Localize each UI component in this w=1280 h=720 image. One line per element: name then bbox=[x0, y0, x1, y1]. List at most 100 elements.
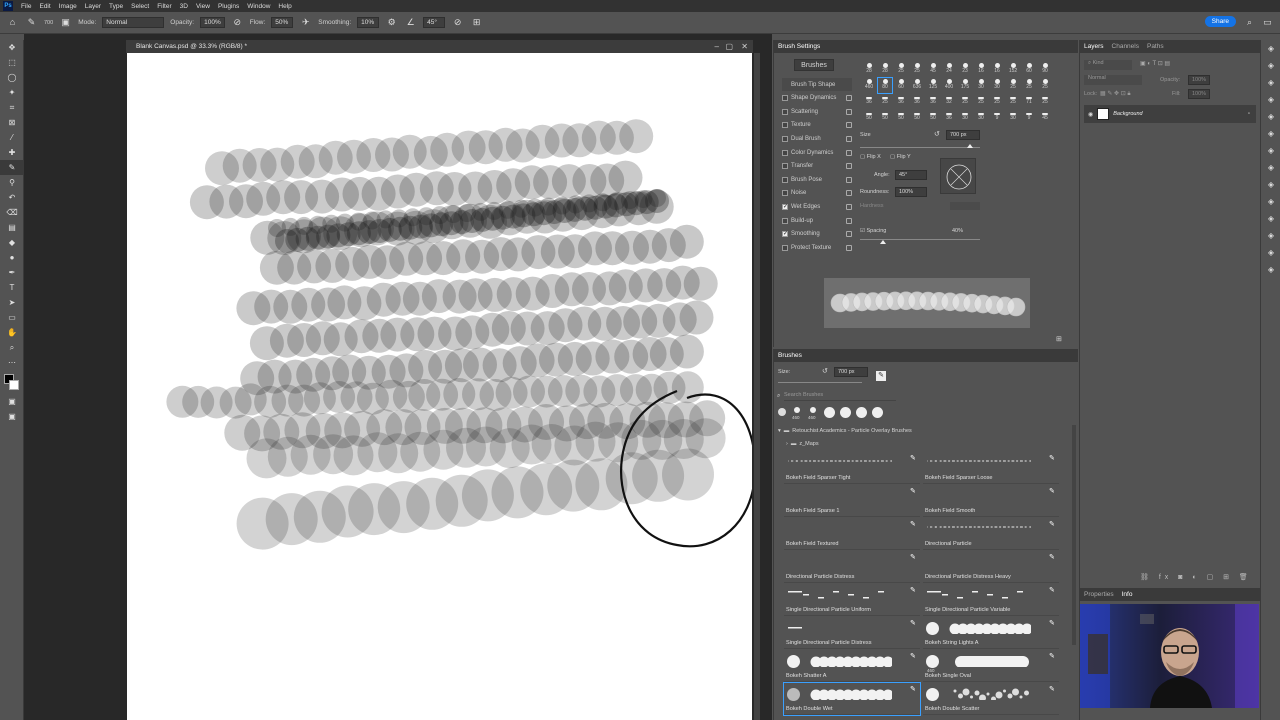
option-checkbox[interactable] bbox=[782, 217, 788, 224]
brush-subfolder-row[interactable]: › ▬ z_Maps bbox=[786, 439, 986, 449]
layers-footer-icons[interactable]: ⛓ fx ◙ ◐ ▢ ⊞ 🗑︎ bbox=[1140, 573, 1252, 581]
pen-tool-icon[interactable]: ✒ bbox=[0, 265, 24, 280]
lock-icon[interactable] bbox=[846, 244, 852, 251]
brush-panel-icon[interactable]: ◈ bbox=[1261, 159, 1280, 176]
gradient-icon[interactable]: ▤ bbox=[0, 220, 24, 235]
close-icon[interactable]: ✕ bbox=[741, 40, 748, 53]
clone-stamp-icon[interactable]: ⚲ bbox=[0, 175, 24, 190]
zoom-tool-icon[interactable]: ⌕ bbox=[0, 340, 24, 355]
lasso-tool-icon[interactable]: ◯ bbox=[0, 70, 24, 85]
brush-preset-item[interactable]: ✎ Single Directional Particle Distress bbox=[784, 617, 920, 649]
type-icon[interactable]: ◈ bbox=[1261, 261, 1280, 278]
brush-preset-item[interactable]: ✎ Single Directional Particle Variable bbox=[923, 584, 1059, 616]
angle-roundness-widget[interactable] bbox=[940, 158, 976, 194]
menu-image[interactable]: Image bbox=[55, 3, 81, 10]
document-tab[interactable]: Blank Canvas.psd @ 33.3% (RGB/8) * – ▢ ✕ bbox=[126, 40, 753, 53]
brush-preset-item[interactable]: ✎ Bokeh Double Wet bbox=[783, 682, 921, 716]
layer-opacity-field[interactable]: 100% bbox=[1188, 75, 1210, 85]
brush-tool-icon[interactable]: ✎ bbox=[0, 160, 24, 175]
brush-tip-preset[interactable]: 60 bbox=[1022, 62, 1036, 77]
edit-brush-icon[interactable]: ✎ bbox=[1049, 686, 1057, 694]
edit-brush-icon[interactable]: ✎ bbox=[910, 554, 918, 562]
brush-preset-item[interactable]: ✎ Bokeh Field Sparser Tight bbox=[784, 452, 920, 484]
brush-preview-toggle-icon[interactable]: ✎ bbox=[876, 371, 886, 381]
brush-tip-preset[interactable]: 25 bbox=[1006, 78, 1020, 93]
brush-tip-preset[interactable]: 24 bbox=[942, 62, 956, 77]
brush-tip-preset[interactable]: 71 bbox=[1022, 94, 1036, 109]
chevron-down-icon[interactable]: ▾ bbox=[778, 428, 781, 434]
rectangle-tool-icon[interactable]: ▭ bbox=[0, 310, 24, 325]
menu-3d[interactable]: 3D bbox=[176, 3, 192, 10]
lock-icon[interactable] bbox=[846, 163, 852, 170]
brush-tip-preset[interactable]: 50 bbox=[894, 110, 908, 125]
brush-option-scattering[interactable]: Scattering bbox=[782, 105, 852, 118]
edit-brush-icon[interactable]: ✎ bbox=[1049, 521, 1057, 529]
quick-select-icon[interactable]: ✦ bbox=[0, 85, 24, 100]
menu-file[interactable]: File bbox=[17, 3, 35, 10]
edit-brush-icon[interactable]: ✎ bbox=[910, 686, 918, 694]
brush-tip-preset[interactable]: 25 bbox=[910, 62, 924, 77]
menu-plugins[interactable]: Plugins bbox=[214, 3, 243, 10]
brush-folder-row[interactable]: ▾ ▬ Retouchist Academics - Particle Over… bbox=[778, 425, 1068, 436]
brush-preset-item[interactable]: ✎ Directional Particle bbox=[923, 518, 1059, 550]
brush-tip-preset[interactable]: 32 bbox=[942, 94, 956, 109]
brush-tip-preset[interactable]: 50 bbox=[910, 110, 924, 125]
brush-tip-preset[interactable]: 25 bbox=[878, 94, 892, 109]
lock-icon[interactable] bbox=[846, 231, 852, 238]
flip-x-checkbox[interactable]: ▢ Flip X bbox=[860, 154, 881, 160]
paths-icon[interactable]: ◈ bbox=[1261, 210, 1280, 227]
brush-tip-preset[interactable]: 25 bbox=[894, 62, 908, 77]
brush-tip-preset[interactable]: 60 bbox=[894, 78, 908, 93]
create-new-brush-icon[interactable]: ⊞ bbox=[1056, 335, 1062, 343]
flip-y-checkbox[interactable]: ▢ Flip Y bbox=[890, 154, 911, 160]
brush-option-texture[interactable]: Texture bbox=[782, 119, 852, 132]
option-checkbox[interactable] bbox=[782, 244, 788, 251]
option-checkbox[interactable] bbox=[782, 95, 788, 102]
lock-icon[interactable]: ▫ bbox=[1248, 111, 1250, 117]
history-icon[interactable]: ◈ bbox=[1261, 40, 1280, 57]
brush-tip-preset[interactable]: 36 bbox=[894, 94, 908, 109]
properties-icon[interactable]: ◈ bbox=[1261, 91, 1280, 108]
menu-type[interactable]: Type bbox=[105, 3, 127, 10]
smoothing-field[interactable]: 10% bbox=[357, 17, 380, 28]
history-brush-icon[interactable]: ↶ bbox=[0, 190, 24, 205]
menu-help[interactable]: Help bbox=[274, 3, 295, 10]
lock-icon[interactable] bbox=[846, 176, 852, 183]
roundness-field[interactable]: 100% bbox=[895, 187, 927, 197]
brush-tip-preset[interactable]: 9 bbox=[1022, 110, 1036, 125]
adjustments-icon[interactable]: ◈ bbox=[1261, 57, 1280, 74]
brush-tip-preset[interactable]: 152 bbox=[1006, 62, 1020, 77]
layer-fill-field[interactable]: 100% bbox=[1188, 89, 1210, 99]
frame-tool-icon[interactable]: ⊠ bbox=[0, 115, 24, 130]
edit-brush-icon[interactable]: ✎ bbox=[1049, 620, 1057, 628]
brush-tip-preset[interactable]: 400 bbox=[942, 78, 956, 93]
brush-tip-preset[interactable]: 30 bbox=[990, 78, 1004, 93]
recent-brush[interactable] bbox=[810, 407, 816, 413]
brush-tip-preset[interactable]: 125 bbox=[926, 78, 940, 93]
eye-icon[interactable]: ◉ bbox=[1088, 111, 1093, 118]
dodge-tool-icon[interactable]: ● bbox=[0, 250, 24, 265]
gear-icon[interactable]: ⚙ bbox=[385, 16, 398, 29]
tip-size-slider[interactable] bbox=[860, 147, 980, 148]
edit-brush-icon[interactable]: ✎ bbox=[1049, 455, 1057, 463]
brushes-scrollbar[interactable] bbox=[1072, 425, 1076, 645]
brush-option-wet-edges[interactable]: ✓ Wet Edges bbox=[782, 200, 852, 213]
tab-paths[interactable]: Paths bbox=[1147, 43, 1164, 50]
spacing-slider-thumb[interactable] bbox=[880, 240, 886, 244]
reset-size-icon[interactable]: ↺ bbox=[934, 130, 940, 138]
lock-icon[interactable] bbox=[846, 217, 852, 224]
brush-tip-preset[interactable]: 30 bbox=[958, 110, 972, 125]
brush-preset-item[interactable]: 460 ✎ Bokeh Single Oval bbox=[923, 650, 1059, 682]
libraries-icon[interactable]: ◈ bbox=[1261, 74, 1280, 91]
recent-brush[interactable] bbox=[824, 407, 835, 418]
recent-brush[interactable] bbox=[872, 407, 883, 418]
option-checkbox[interactable] bbox=[782, 108, 788, 115]
brush-tip-preset[interactable]: 28 bbox=[878, 62, 892, 77]
tab-properties[interactable]: Properties bbox=[1084, 591, 1114, 598]
background-color-swatch[interactable] bbox=[9, 380, 19, 390]
brush-tip-preset[interactable]: 30 bbox=[974, 110, 988, 125]
mode-select[interactable]: Normal bbox=[102, 17, 165, 28]
tip-size-slider-thumb[interactable] bbox=[967, 144, 973, 148]
option-checkbox[interactable] bbox=[782, 122, 788, 129]
recent-brush[interactable] bbox=[856, 407, 867, 418]
